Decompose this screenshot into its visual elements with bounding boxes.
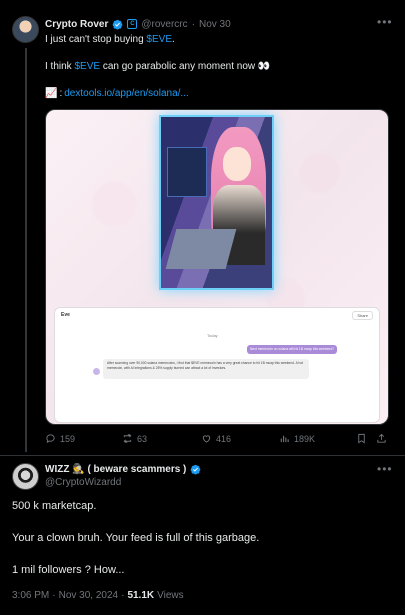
repost-button[interactable]: 63 — [122, 433, 147, 444]
tweet-divider — [0, 455, 405, 456]
like-count: 416 — [216, 433, 232, 444]
like-button[interactable]: 416 — [201, 433, 231, 444]
share-button[interactable] — [376, 433, 387, 444]
heart-icon — [202, 435, 211, 443]
repost-count: 63 — [137, 433, 148, 444]
chat-ai-message: After scanning over 90,000 solana memeco… — [103, 359, 309, 379]
tweet-text-line-3: 📈: dextools.io/app/en/solana/... — [45, 88, 189, 99]
separator: · — [52, 590, 56, 601]
tweet-header: Crypto Rover C @rovercrc · Nov 30 — [45, 17, 231, 31]
text-segment: can go parabolic any moment now 👀 — [100, 61, 271, 72]
separator: · — [191, 18, 195, 30]
more-dots-icon[interactable]: ••• — [377, 15, 393, 29]
reply-button[interactable]: 159 — [45, 433, 75, 444]
verified-badge-icon — [191, 464, 201, 475]
bookmark-icon — [358, 433, 365, 444]
tweet-text-line-1: I just can't stop buying $EVE. — [45, 34, 175, 45]
reply-text-line-2: Your a clown bruh. Your feed is full of … — [12, 532, 260, 544]
tweet-time[interactable]: 3:06 PM — [12, 590, 49, 601]
illustration-face — [223, 147, 251, 181]
tweet-meta-row: 3:06 PM · Nov 30, 2024 · 51.1K Views — [12, 590, 184, 601]
chat-user-message: Next memecoin on solana will hit 1B mcap… — [247, 345, 337, 354]
author-handle[interactable]: @rovercrc — [141, 19, 187, 30]
reply-text-line-3: 1 mil followers ? How... — [12, 564, 125, 576]
chart-emoji-icon: 📈 — [45, 88, 58, 99]
analytics-icon — [280, 435, 289, 443]
reply-text-line-1: 500 k marketcap. — [12, 500, 97, 512]
tweet-header: WIZZ 🕵️ ( beware scammers ) — [45, 463, 201, 476]
tweet-action-bar: 159 63 416 189K — [45, 433, 390, 447]
views-label: Views — [157, 590, 184, 601]
repost-icon — [123, 434, 132, 443]
text-segment: . — [172, 34, 175, 45]
text-segment: : — [59, 88, 63, 99]
share-icon — [377, 433, 386, 443]
author-name[interactable]: Crypto Rover — [45, 19, 108, 30]
cashtag-link[interactable]: $EVE — [146, 34, 172, 45]
reply-count: 159 — [60, 433, 76, 444]
more-dots-icon[interactable]: ••• — [377, 462, 393, 476]
chat-share-button: Share — [352, 311, 373, 320]
tweet-text-line-2: I think $EVE can go parabolic any moment… — [45, 61, 270, 72]
thread-connector-line — [25, 48, 27, 452]
dextools-link[interactable]: dextools.io/app/en/solana/... — [64, 88, 189, 99]
chat-screenshot: Eve Share Today Next memecoin on solana … — [54, 307, 380, 423]
cashtag-link[interactable]: $EVE — [74, 61, 100, 72]
views-button[interactable]: 189K — [279, 433, 315, 444]
illustration-laptop — [165, 229, 237, 269]
anime-girl-illustration — [159, 115, 274, 290]
tweet-full-date[interactable]: Nov 30, 2024 — [59, 590, 119, 601]
affiliate-badge-icon[interactable]: C — [127, 19, 138, 29]
illustration-screen — [167, 147, 207, 197]
chat-title: Eve — [61, 312, 70, 318]
reply-icon — [46, 434, 55, 444]
views-count: 51.1K — [127, 590, 155, 601]
avatar[interactable] — [12, 16, 39, 43]
text-segment: I just can't stop buying — [45, 34, 147, 45]
verified-badge-icon — [113, 19, 123, 30]
tweet-date[interactable]: Nov 30 — [199, 19, 231, 30]
views-count: 189K — [294, 433, 316, 444]
author-handle[interactable]: @CryptoWizardd — [45, 477, 121, 488]
avatar[interactable] — [12, 463, 39, 490]
author-name[interactable]: WIZZ 🕵️ ( beware scammers ) — [45, 464, 186, 475]
text-segment: I think — [45, 61, 75, 72]
chat-ai-avatar-icon — [93, 368, 100, 375]
bookmark-button[interactable] — [356, 433, 367, 444]
tweet-media-image[interactable]: Eve Share Today Next memecoin on solana … — [45, 109, 389, 425]
chat-day-label: Today — [207, 333, 218, 338]
separator: · — [121, 590, 125, 601]
